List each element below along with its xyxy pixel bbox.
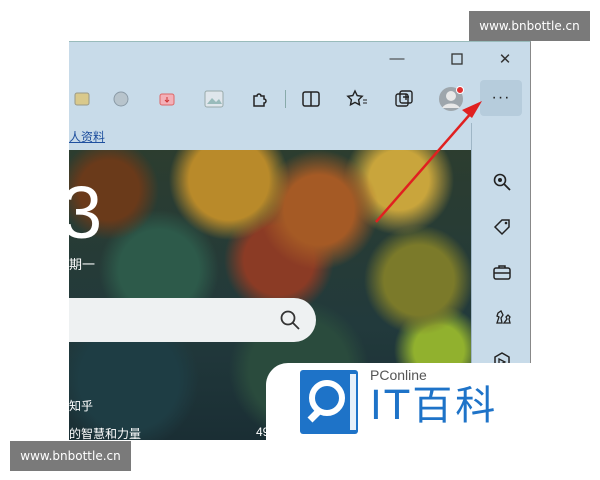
close-button[interactable]: ✕ (485, 42, 525, 75)
search-icon[interactable] (279, 309, 301, 331)
profile-avatar-icon[interactable] (437, 85, 465, 113)
toolbar: ··· (69, 75, 530, 123)
date-number: 3 (69, 176, 102, 250)
picture-icon[interactable] (200, 85, 228, 113)
image-extension-icon[interactable] (69, 85, 97, 113)
collections-icon[interactable] (390, 85, 418, 113)
toolbar-divider (285, 90, 286, 108)
logo-name-text: IT百科 (370, 383, 499, 429)
news-title[interactable]: 的智慧和力量 (69, 425, 141, 440)
tools-briefcase-icon[interactable] (490, 260, 514, 284)
news-source[interactable]: 知乎 (69, 397, 93, 414)
brand-logo: PConline IT百科 (266, 363, 531, 440)
logo-brand-text: PConline (370, 367, 427, 383)
favorites-star-icon[interactable] (343, 85, 371, 113)
shopping-tag-icon[interactable] (490, 215, 514, 239)
games-chess-icon[interactable] (490, 304, 514, 328)
search-input[interactable] (69, 298, 316, 342)
maximize-button[interactable] (437, 42, 477, 75)
maximize-icon (451, 52, 463, 65)
favorites-link[interactable]: 人资料 (69, 128, 105, 145)
minimize-button[interactable]: — (377, 42, 417, 75)
screenshot: www.bnbottle.cn — ✕ ··· 人资料 期一 知乎 的智慧和力量… (0, 0, 600, 480)
magnifier-logo-icon (300, 370, 358, 434)
extension-icon[interactable] (107, 85, 135, 113)
video-download-icon[interactable] (153, 85, 181, 113)
settings-and-more-button[interactable]: ··· (480, 80, 522, 116)
extensions-puzzle-icon[interactable] (246, 85, 274, 113)
title-bar: — ✕ (69, 42, 530, 75)
watermark-bottom: www.bnbottle.cn (10, 441, 131, 471)
split-screen-icon[interactable] (297, 85, 325, 113)
search-sidebar-icon[interactable] (490, 170, 514, 194)
weekday-label: 期一 (69, 257, 96, 272)
favorites-bar: 人资料 (69, 123, 471, 150)
watermark-top: www.bnbottle.cn (469, 11, 590, 41)
